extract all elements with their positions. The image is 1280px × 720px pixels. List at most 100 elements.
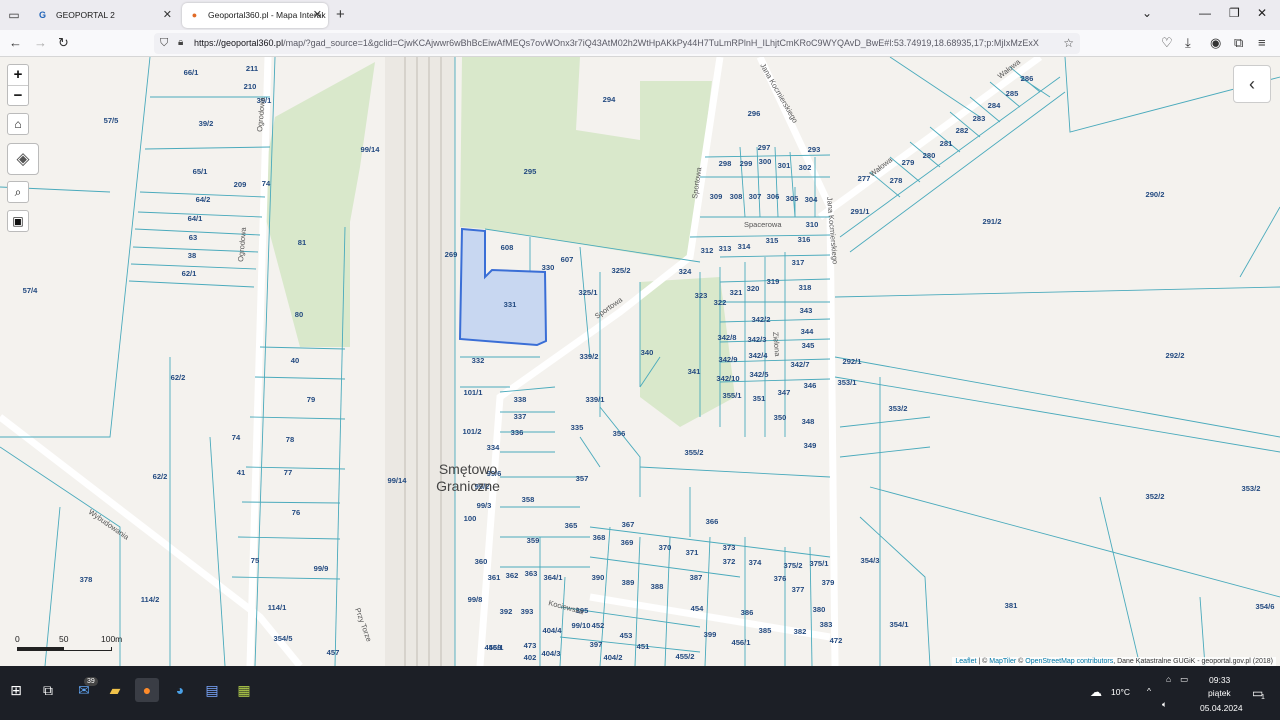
- parcel-label[interactable]: 74: [232, 433, 241, 442]
- parcel-label[interactable]: 342/2: [751, 315, 770, 324]
- start-windows-icon[interactable]: ⊞: [4, 678, 28, 702]
- parcel-label[interactable]: 281: [940, 139, 953, 148]
- parcel-label[interactable]: 361: [488, 573, 501, 582]
- app-grid-icon[interactable]: ▦: [232, 678, 256, 702]
- reload-icon[interactable]: ↻: [58, 35, 69, 51]
- save-disk-icon[interactable]: ▤: [200, 678, 224, 702]
- parcel-label[interactable]: 452: [592, 621, 605, 630]
- parcel-label[interactable]: 284: [988, 101, 1001, 110]
- parcel-label[interactable]: 114/1: [268, 603, 287, 612]
- panel-toggle-button[interactable]: ‹: [1233, 65, 1271, 103]
- parcel-label[interactable]: 393: [521, 607, 534, 616]
- parcel-label[interactable]: 385: [759, 626, 772, 635]
- parcel-label[interactable]: 355/1: [722, 391, 742, 400]
- parcel-label[interactable]: 294: [603, 95, 616, 104]
- parcel-label[interactable]: 454: [691, 604, 704, 613]
- parcel-label[interactable]: 351: [753, 394, 766, 403]
- parcel-label[interactable]: 78: [286, 435, 294, 444]
- parcel-label[interactable]: 291/2: [982, 217, 1001, 226]
- parcel-label[interactable]: 453: [620, 631, 633, 640]
- parcel-label[interactable]: 371: [686, 548, 699, 557]
- tab-overflow-chevron-icon[interactable]: ⌄: [1142, 6, 1152, 20]
- parcel-label[interactable]: 356: [613, 429, 626, 438]
- parcel-label[interactable]: 362: [506, 571, 519, 580]
- parcel-label[interactable]: 283: [973, 114, 986, 123]
- parcel-label[interactable]: 331: [504, 300, 517, 309]
- parcel-label[interactable]: 277: [858, 174, 871, 183]
- parcel-label[interactable]: 210: [244, 82, 257, 91]
- parcel-label[interactable]: 358: [522, 495, 535, 504]
- parcel-label[interactable]: 300: [759, 157, 772, 166]
- parcel-label[interactable]: 322: [714, 298, 727, 307]
- close-tab-icon[interactable]: ✕: [163, 3, 172, 28]
- parcel-label[interactable]: 367: [622, 520, 635, 529]
- parcel-label[interactable]: 353/2: [1241, 484, 1260, 493]
- parcel-label[interactable]: 404/4: [542, 626, 562, 635]
- parcel-label[interactable]: 38: [188, 251, 196, 260]
- parcel-label[interactable]: 348: [802, 417, 815, 426]
- parcel-label[interactable]: 209: [234, 180, 247, 189]
- parcel-label[interactable]: 339/2: [579, 352, 598, 361]
- parcel-label[interactable]: 334: [487, 443, 500, 452]
- parcel-label[interactable]: 285: [1006, 89, 1019, 98]
- parcel-label[interactable]: 390: [592, 573, 605, 582]
- parcel-label[interactable]: 337: [514, 412, 527, 421]
- parcel-label[interactable]: 295: [524, 167, 537, 176]
- parcel-label[interactable]: 338: [514, 395, 527, 404]
- parcel-label[interactable]: 354/5: [273, 634, 293, 643]
- parcel-label[interactable]: 357: [576, 474, 589, 483]
- url-text[interactable]: https://geoportal360.pl/map/?gad_source=…: [194, 33, 1054, 54]
- parcel-label[interactable]: 65/1: [193, 167, 209, 176]
- parcel-label[interactable]: 345: [802, 341, 815, 350]
- menu-icon[interactable]: ≡: [1258, 35, 1266, 50]
- parcel-label[interactable]: 339/1: [585, 395, 605, 404]
- parcel-label[interactable]: 99/8: [468, 595, 483, 604]
- parcel-label[interactable]: 332: [472, 356, 485, 365]
- parcel-label[interactable]: 301: [778, 161, 791, 170]
- parcel-label[interactable]: 75: [251, 556, 260, 565]
- parcel-label[interactable]: 101/1: [463, 388, 483, 397]
- parcel-label[interactable]: 74: [262, 179, 271, 188]
- parcel-label[interactable]: 280: [923, 151, 936, 160]
- firefox-icon[interactable]: ●: [135, 678, 159, 702]
- parcel-label[interactable]: 286: [1021, 74, 1034, 83]
- maptiler-link[interactable]: MapTiler: [989, 658, 1016, 665]
- downloads-icon[interactable]: ⤓: [1185, 35, 1191, 51]
- parcel-label[interactable]: 315: [766, 236, 779, 245]
- parcel-label[interactable]: 380: [813, 605, 826, 614]
- weather-icon[interactable]: ☁: [1090, 685, 1102, 699]
- leaflet-link[interactable]: Leaflet: [955, 658, 976, 665]
- parcel-label[interactable]: 292/1: [842, 357, 862, 366]
- pocket-icon[interactable]: ♡: [1161, 35, 1173, 51]
- parcel-label[interactable]: 319: [767, 277, 780, 286]
- parcel-label[interactable]: 389: [622, 578, 635, 587]
- parcel-label[interactable]: 352/2: [1145, 492, 1164, 501]
- zoom-in-button[interactable]: +: [8, 65, 28, 85]
- parcel-label[interactable]: 99/9: [314, 564, 329, 573]
- parcel-label[interactable]: 282: [956, 126, 969, 135]
- address-bar[interactable]: ⛉ 🔒︎ https://geoportal360.pl/map/?gad_so…: [154, 33, 1080, 54]
- parcel-label[interactable]: 349: [804, 441, 817, 450]
- parcel-label[interactable]: 101/2: [462, 427, 481, 436]
- parcel-label[interactable]: 321: [730, 288, 743, 297]
- parcel-label[interactable]: 318: [799, 283, 812, 292]
- parcel-label[interactable]: 306: [767, 192, 780, 201]
- parcel-label[interactable]: 325/1: [578, 288, 598, 297]
- parcel-label[interactable]: 57/5: [104, 116, 120, 125]
- parcel-label[interactable]: 317: [792, 258, 805, 267]
- parcel-label[interactable]: 386: [741, 608, 754, 617]
- parcel-label[interactable]: 342/8: [717, 333, 736, 342]
- parcel-label[interactable]: 397: [590, 640, 603, 649]
- parcel-label[interactable]: 62/1: [182, 269, 198, 278]
- osm-link[interactable]: OpenStreetMap contributors: [1025, 658, 1113, 665]
- parcel-label[interactable]: 302: [799, 163, 812, 172]
- parcel-label[interactable]: 81: [298, 238, 307, 247]
- browser-edge-icon[interactable]: ◕: [168, 678, 192, 702]
- parcel-label[interactable]: 66/1: [184, 68, 200, 77]
- volume-icon[interactable]: 🔈︎: [1162, 699, 1167, 710]
- parcel-label[interactable]: 377: [792, 585, 805, 594]
- parcel-label[interactable]: 368: [593, 533, 606, 542]
- parcel-label[interactable]: 99/14: [387, 476, 407, 485]
- parcel-label[interactable]: 387: [690, 573, 703, 582]
- parcel-label[interactable]: 344: [801, 327, 814, 336]
